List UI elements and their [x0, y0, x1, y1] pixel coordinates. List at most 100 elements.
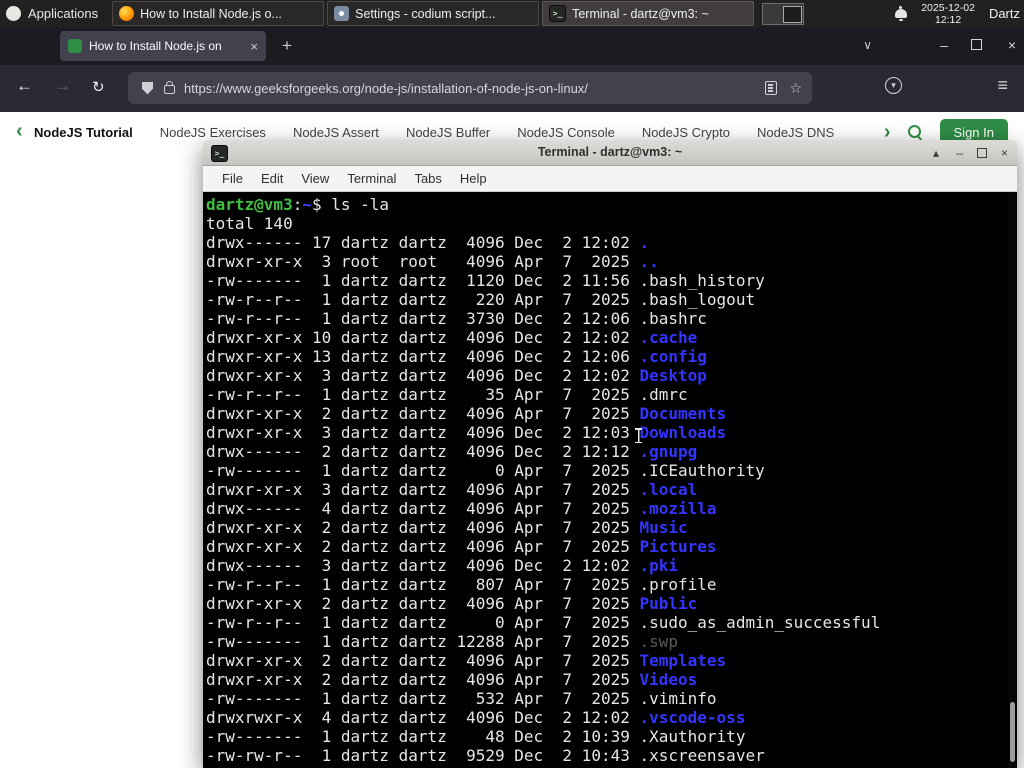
file-name: .vscode-oss: [639, 708, 746, 727]
terminal-line: drwxr-xr-x 3 dartz dartz 4096 Apr 7 2025…: [206, 480, 1017, 499]
terminal-line: drwxr-xr-x 13 dartz dartz 4096 Dec 2 12:…: [206, 347, 1017, 366]
reload-button[interactable]: ↻: [92, 78, 105, 96]
clock-time: 12:12: [934, 13, 962, 26]
file-name: .: [639, 233, 650, 252]
menu-help[interactable]: Help: [451, 171, 496, 186]
prompt-user: dartz@vm3: [206, 195, 293, 214]
terminal-line: drwxrwxr-x 4 dartz dartz 4096 Dec 2 12:0…: [206, 708, 1017, 727]
terminal-line: -rw-r--r-- 1 dartz dartz 0 Apr 7 2025 .s…: [206, 613, 1017, 632]
file-name: .ICEauthority: [639, 461, 765, 480]
new-tab-button[interactable]: +: [282, 35, 292, 57]
tracking-protection-shield-icon[interactable]: [142, 81, 153, 95]
terminal-titlebar[interactable]: >_ Terminal - dartz@vm3: ~ ▴ – ×: [203, 140, 1017, 166]
gfg-nav-link[interactable]: NodeJS DNS: [757, 125, 834, 140]
terminal-scrollbar[interactable]: [1008, 192, 1017, 768]
menu-tabs[interactable]: Tabs: [405, 171, 450, 186]
hamburger-menu-icon[interactable]: ≡: [997, 75, 1008, 96]
file-name: ..: [639, 252, 659, 271]
tab-close-icon[interactable]: ×: [250, 40, 258, 53]
applications-menu-label: Applications: [28, 6, 99, 21]
terminal-minimize-button[interactable]: –: [956, 145, 963, 161]
file-name: Documents: [639, 404, 727, 423]
workspace-pager[interactable]: [762, 3, 804, 25]
file-name: .bashrc: [639, 309, 707, 328]
terminal-window: >_ Terminal - dartz@vm3: ~ ▴ – × File Edi…: [203, 140, 1017, 768]
terminal-line: drwxr-xr-x 3 dartz dartz 4096 Dec 2 12:0…: [206, 366, 1017, 385]
nav-prev-icon[interactable]: ‹: [16, 121, 23, 141]
terminal-line: -rw-r--r-- 1 dartz dartz 807 Apr 7 2025 …: [206, 575, 1017, 594]
url-bar[interactable]: https://www.geeksforgeeks.org/node-js/in…: [128, 72, 812, 104]
applications-menu[interactable]: Applications: [0, 0, 108, 27]
window-maximize-button[interactable]: [971, 36, 982, 54]
terminal-line: drwxr-xr-x 2 dartz dartz 4096 Apr 7 2025…: [206, 404, 1017, 423]
forward-button[interactable]: →: [54, 76, 71, 96]
gfg-nav-link[interactable]: NodeJS Console: [517, 125, 615, 140]
terminal-line: drwxr-xr-x 3 dartz dartz 4096 Dec 2 12:0…: [206, 423, 1017, 442]
list-all-tabs-icon[interactable]: ∨: [863, 38, 872, 52]
line-meta: drwxrwxr-x 4 dartz dartz 4096 Dec 2 12:0…: [206, 708, 640, 727]
gfg-nav-link[interactable]: NodeJS Exercises: [160, 125, 266, 140]
menu-file[interactable]: File: [213, 171, 252, 186]
file-name: Downloads: [639, 423, 727, 442]
gfg-nav-link[interactable]: NodeJS Assert: [293, 125, 379, 140]
terminal-output[interactable]: dartz@vm3:~$ ls -la total 140 drwx------ 1…: [203, 192, 1017, 768]
applications-menu-icon: [6, 6, 21, 21]
line-meta: drwxr-xr-x 2 dartz dartz 4096 Apr 7 2025: [206, 518, 640, 537]
search-icon[interactable]: [907, 124, 924, 141]
line-meta: drwxr-xr-x 13 dartz dartz 4096 Dec 2 12:…: [206, 347, 640, 366]
file-name: .swp: [639, 632, 679, 651]
back-button[interactable]: ←: [16, 76, 33, 96]
file-name: .viminfo: [639, 689, 717, 708]
taskbar-button[interactable]: Settings - codium script...: [327, 1, 540, 26]
window-close-button[interactable]: ×: [1008, 36, 1016, 54]
clock-date: 2025-12-02: [921, 1, 975, 14]
menu-terminal[interactable]: Terminal: [338, 171, 405, 186]
taskbar-button[interactable]: How to Install Node.js o...: [112, 1, 325, 26]
terminal-close-button[interactable]: ×: [1001, 145, 1008, 161]
browser-tab[interactable]: How to Install Node.js on ×: [60, 31, 266, 61]
https-lock-icon[interactable]: [164, 81, 175, 94]
terminal-line: drwxr-xr-x 2 dartz dartz 4096 Apr 7 2025…: [206, 670, 1017, 689]
gfg-nav-link[interactable]: NodeJS Buffer: [406, 125, 490, 140]
window-minimize-button[interactable]: –: [940, 36, 948, 54]
panel-user-label[interactable]: Dartz: [989, 6, 1020, 21]
line-meta: drwxr-xr-x 2 dartz dartz 4096 Apr 7 2025: [206, 651, 640, 670]
terminal-line: drwxr-xr-x 2 dartz dartz 4096 Apr 7 2025…: [206, 537, 1017, 556]
line-meta: drwxr-xr-x 2 dartz dartz 4096 Apr 7 2025: [206, 670, 640, 689]
menu-view[interactable]: View: [292, 171, 338, 186]
file-name: .cache: [639, 328, 698, 347]
file-name: .config: [639, 347, 707, 366]
prompt-separator: :: [292, 195, 303, 214]
file-name: .pki: [639, 556, 679, 575]
line-meta: drwx------ 3 dartz dartz 4096 Dec 2 12:0…: [206, 556, 640, 575]
terminal-line: -rw-r--r-- 1 dartz dartz 220 Apr 7 2025 …: [206, 290, 1017, 309]
nav-next-icon[interactable]: ›: [884, 122, 891, 142]
notification-bell-icon[interactable]: [895, 6, 908, 21]
line-meta: drwx------ 4 dartz dartz 4096 Apr 7 2025: [206, 499, 640, 518]
panel-clock[interactable]: 2025-12-02 12:12: [921, 2, 975, 26]
terminal-maximize-button[interactable]: [977, 145, 987, 162]
line-meta: drwxr-xr-x 3 dartz dartz 4096 Dec 2 12:0…: [206, 423, 640, 442]
taskbar: How to Install Node.js o... Settings - co…: [112, 0, 757, 27]
taskbar-button-label: Terminal - dartz@vm3: ~: [572, 6, 709, 21]
bookmark-star-icon[interactable]: ☆: [789, 80, 802, 97]
taskbar-button[interactable]: >_ Terminal - dartz@vm3: ~: [542, 1, 755, 26]
terminal-shade-button[interactable]: ▴: [933, 145, 939, 161]
file-name: .gnupg: [639, 442, 698, 461]
prompt-sigil: $: [311, 195, 332, 214]
line-meta: drwx------ 17 dartz dartz 4096 Dec 2 12:…: [206, 233, 640, 252]
line-meta: drwxr-xr-x 2 dartz dartz 4096 Apr 7 2025: [206, 537, 640, 556]
line-meta: -rw------- 1 dartz dartz 1120 Dec 2 11:5…: [206, 271, 640, 290]
terminal-line: drwx------ 3 dartz dartz 4096 Dec 2 12:0…: [206, 556, 1017, 575]
gfg-nav-link[interactable]: NodeJS Crypto: [642, 125, 730, 140]
scrollbar-thumb[interactable]: [1010, 702, 1015, 762]
top-panel: Applications How to Install Node.js o...…: [0, 0, 1024, 27]
line-meta: -rw-r--r-- 1 dartz dartz 0 Apr 7 2025: [206, 613, 640, 632]
gfg-nav-link[interactable]: NodeJS Tutorial: [34, 125, 133, 140]
reader-mode-icon[interactable]: [765, 81, 778, 95]
pocket-icon[interactable]: ▾: [885, 77, 902, 94]
terminal-line: drwx------ 17 dartz dartz 4096 Dec 2 12:…: [206, 233, 1017, 252]
file-name: .Xauthority: [639, 727, 746, 746]
menu-edit[interactable]: Edit: [252, 171, 292, 186]
file-name: .mozilla: [639, 499, 717, 518]
